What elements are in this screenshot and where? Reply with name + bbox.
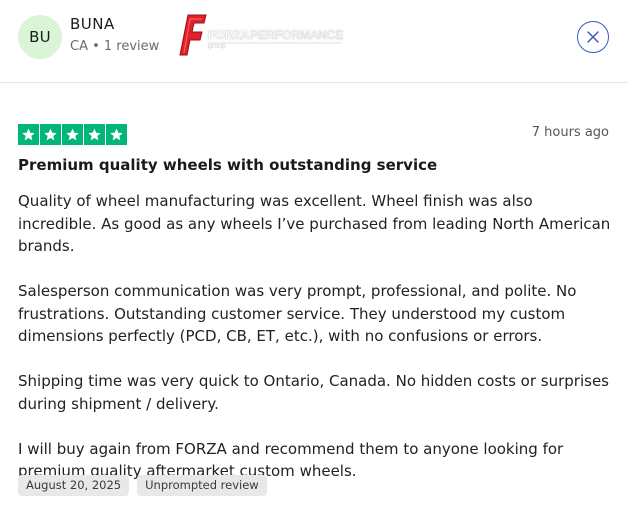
review-header: BU BUNA CA • 1 review FORZA PERFORMANCE … (0, 0, 628, 83)
reviewer-name[interactable]: BUNA (70, 15, 115, 33)
logo-sub-text: PERFORMANCE (250, 28, 343, 42)
star-rating (18, 124, 127, 145)
star-icon (18, 124, 39, 145)
logo-tagline-text: group (208, 43, 226, 50)
star-icon (40, 124, 61, 145)
close-icon (587, 31, 599, 43)
unprompted-review-tag[interactable]: Unprompted review (137, 475, 267, 496)
review-time: 7 hours ago (531, 125, 609, 140)
close-button[interactable] (577, 21, 609, 53)
review-paragraph: Shipping time was very quick to Ontario,… (18, 372, 609, 413)
avatar[interactable]: BU (18, 15, 62, 59)
review-date-tag[interactable]: August 20, 2025 (18, 475, 130, 496)
forza-performance-logo: FORZA PERFORMANCE group (179, 14, 343, 56)
review-paragraph: Salesperson communication was very promp… (18, 282, 577, 345)
star-icon (62, 124, 83, 145)
reviewer-meta: CA • 1 review (70, 39, 160, 54)
star-icon (84, 124, 105, 145)
review-tags: August 20, 2025 Unprompted review (18, 475, 267, 496)
review-paragraph: Quality of wheel manufacturing was excel… (18, 192, 611, 255)
review-body: Quality of wheel manufacturing was excel… (18, 190, 614, 505)
review-title: Premium quality wheels with outstanding … (18, 156, 438, 174)
star-icon (106, 124, 127, 145)
logo-brand-text: FORZA (208, 28, 250, 42)
